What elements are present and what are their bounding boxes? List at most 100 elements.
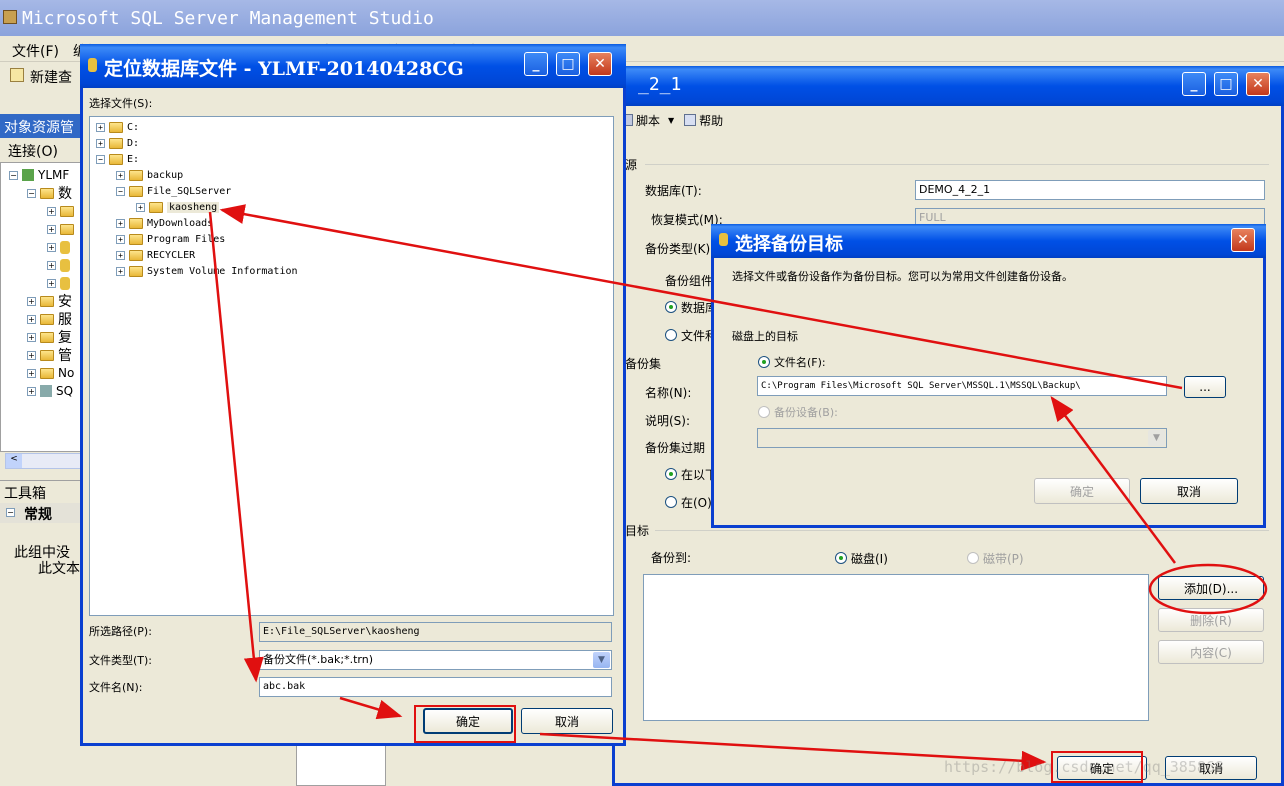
scroll-left-icon[interactable]: < xyxy=(6,454,22,468)
tree-node[interactable]: + xyxy=(47,221,78,237)
toolbox-general-label: 常规 xyxy=(24,507,52,523)
tree-drive-d[interactable]: + D: xyxy=(96,135,139,151)
close-button[interactable]: ✕ xyxy=(1246,72,1270,96)
tree-folder-program-files[interactable]: + Program Files xyxy=(116,231,225,247)
tree-node-security[interactable]: + 安 xyxy=(27,293,72,310)
tree-node-db[interactable]: + xyxy=(47,275,70,291)
toolbox-empty-text-2: 此文本 xyxy=(38,561,80,577)
database-select[interactable]: DEMO_4_2_1 xyxy=(915,180,1265,200)
backup-toolbar: 脚本 ▼ 帮助 xyxy=(623,110,723,130)
locate-cancel-button[interactable]: 取消 xyxy=(521,708,613,734)
file-path-input[interactable]: C:\Program Files\Microsoft SQL Server\MS… xyxy=(757,376,1167,396)
new-query-button[interactable]: 新建查 xyxy=(30,67,72,87)
file-tree[interactable]: + C: + D: − E: + backup − File_SQLServer + kao… xyxy=(89,116,614,616)
file-type-label: 文件类型(T): xyxy=(89,654,153,667)
radio-on-date[interactable] xyxy=(665,496,677,508)
object-explorer-header: 对象资源管 xyxy=(0,114,90,138)
tree-node-server[interactable]: − YLMF xyxy=(9,167,69,183)
file-type-value: 备份文件(*.bak;*.trn) xyxy=(263,653,373,666)
chevron-down-icon[interactable]: ▼ xyxy=(593,652,610,668)
folder-icon xyxy=(129,169,143,181)
select-cancel-button[interactable]: 取消 xyxy=(1140,478,1238,504)
select-file-label: 选择文件(S): xyxy=(89,97,153,110)
tree-drive-e[interactable]: − E: xyxy=(96,151,139,167)
menu-item[interactable]: 文件(F) xyxy=(12,41,59,61)
database-icon xyxy=(719,233,728,246)
sidebar-pane xyxy=(296,744,386,786)
server-icon xyxy=(22,169,34,181)
radio-after-days[interactable] xyxy=(665,468,677,480)
backup-device-select: ▼ xyxy=(757,428,1167,448)
object-explorer-title: 对象资源管 xyxy=(4,120,74,136)
radio-on-label: 在(O) xyxy=(681,496,712,510)
tree-node-databases[interactable]: − 数 xyxy=(27,185,72,202)
tree-drive-c[interactable]: + C: xyxy=(96,119,139,135)
tree-folder-kaosheng[interactable]: + kaosheng xyxy=(136,199,220,215)
minimize-button[interactable]: _ xyxy=(524,52,548,76)
backup-dialog-titlebar: _2_1 _ □ ✕ xyxy=(612,66,1284,106)
tree-node-db[interactable]: + xyxy=(47,257,70,273)
tree-folder-backup[interactable]: + backup xyxy=(116,167,183,183)
database-label: 数据库(T): xyxy=(645,184,702,198)
folder-icon xyxy=(40,295,54,307)
folder-icon xyxy=(129,249,143,261)
close-button[interactable]: ✕ xyxy=(1231,228,1255,252)
name-label: 名称(N): xyxy=(645,386,692,400)
tree-folder-system-volume[interactable]: + System Volume Information xyxy=(116,263,298,279)
tree-folder-mydownloads[interactable]: + MyDownloads xyxy=(116,215,213,231)
folder-icon xyxy=(40,331,54,343)
backup-to-label: 备份到: xyxy=(651,551,692,565)
folder-icon xyxy=(129,217,143,229)
tree-folder-recycler[interactable]: + RECYCLER xyxy=(116,247,195,263)
maximize-button[interactable]: □ xyxy=(1214,72,1238,96)
tree-node-replication[interactable]: + 复 xyxy=(27,329,72,346)
toolbox-general[interactable]: − 常规 xyxy=(0,503,90,523)
chevron-down-icon: ▼ xyxy=(1148,430,1165,446)
chevron-down-icon[interactable]: ▼ xyxy=(668,116,674,125)
radio-backup-device xyxy=(758,406,770,418)
file-type-select[interactable]: 备份文件(*.bak;*.trn) ▼ xyxy=(259,650,612,670)
tree-node-notification[interactable]: + No xyxy=(27,365,74,381)
horizontal-scrollbar[interactable]: < xyxy=(5,453,89,469)
tree-node-sql-agent[interactable]: + SQ xyxy=(27,383,73,399)
select-dialog-title: 选择备份目标 xyxy=(735,234,843,255)
browse-button[interactable]: ... xyxy=(1184,376,1226,398)
tree-node-management[interactable]: + 管 xyxy=(27,347,72,364)
disk-target-label: 磁盘上的目标 xyxy=(732,330,798,343)
locate-ok-button[interactable]: 确定 xyxy=(423,708,513,734)
agent-icon xyxy=(40,385,52,397)
radio-database[interactable] xyxy=(665,301,677,313)
folder-icon xyxy=(40,367,54,379)
close-button[interactable]: ✕ xyxy=(588,52,612,76)
maximize-button[interactable]: □ xyxy=(556,52,580,76)
watermark: https://blog.csdn.net/qq_385868 xyxy=(944,758,1224,776)
section-backup-set: 备份集 xyxy=(625,357,662,371)
radio-disk[interactable] xyxy=(835,552,847,564)
database-icon xyxy=(60,258,70,272)
tree-node-server-objects[interactable]: + 服 xyxy=(27,311,72,328)
help-icon xyxy=(684,114,697,126)
tree-node[interactable]: + xyxy=(47,203,78,219)
tree-node-db[interactable]: + xyxy=(47,239,70,255)
destination-list[interactable] xyxy=(643,574,1149,721)
selected-path-label: 所选路径(P): xyxy=(89,625,152,638)
add-button[interactable]: 添加(D)... xyxy=(1158,576,1264,600)
folder-icon xyxy=(149,201,163,213)
new-query-icon[interactable] xyxy=(10,68,24,82)
script-button[interactable]: 脚本 xyxy=(636,112,660,129)
tree-folder-file-sqlserver[interactable]: − File_SQLServer xyxy=(116,183,231,199)
folder-icon xyxy=(129,265,143,277)
connect-button[interactable]: 连接(O) xyxy=(8,141,58,161)
radio-file-name[interactable] xyxy=(758,356,770,368)
radio-file[interactable] xyxy=(665,329,677,341)
remove-button: 删除(R) xyxy=(1158,608,1264,632)
select-ok-button: 确定 xyxy=(1034,478,1130,504)
folder-icon xyxy=(60,205,74,217)
help-button[interactable]: 帮助 xyxy=(699,112,723,129)
ssms-app-icon xyxy=(3,10,17,24)
ssms-toolbar: 新建查 xyxy=(0,62,90,112)
backup-device-label: 备份设备(B): xyxy=(774,406,838,419)
file-name-input[interactable]: abc.bak xyxy=(259,677,612,697)
toolbox-title: 工具箱 xyxy=(4,486,46,502)
minimize-button[interactable]: _ xyxy=(1182,72,1206,96)
